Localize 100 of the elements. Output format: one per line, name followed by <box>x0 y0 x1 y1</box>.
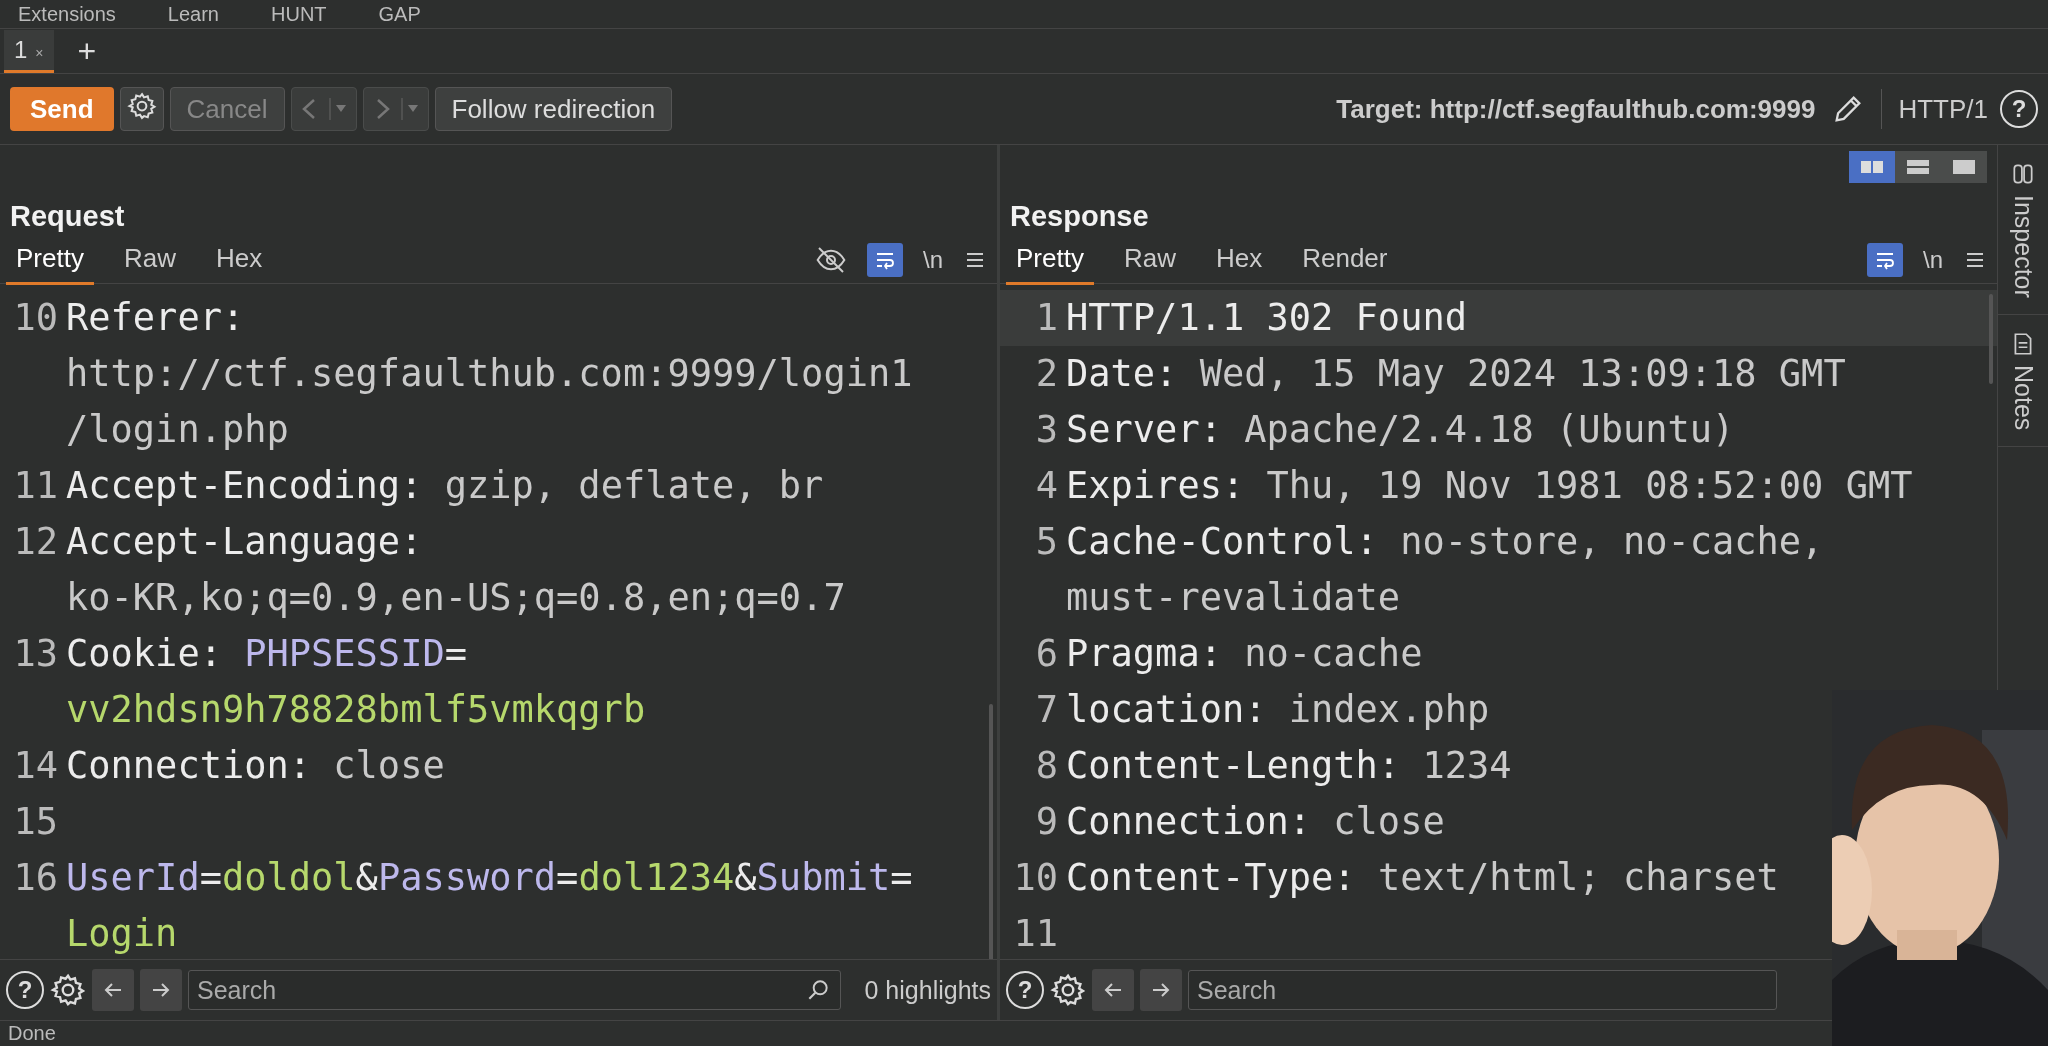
header-name: Content-Type: <box>1066 856 1357 899</box>
layout-toggle[interactable] <box>1895 151 1941 183</box>
line-number: 3 <box>1034 407 1059 453</box>
header-name: Pragma: <box>1066 632 1223 675</box>
protocol-label[interactable]: HTTP/1 <box>1898 93 1988 125</box>
header-value: Apache/2.4.18 (Ubuntu) <box>1244 408 1735 451</box>
header-value: Login <box>66 912 178 955</box>
line-number: 15 <box>12 799 59 845</box>
view-tab[interactable]: Hex <box>205 235 273 285</box>
scrollbar[interactable] <box>1989 294 1993 384</box>
menu-item[interactable]: GAP <box>378 2 421 26</box>
header-name: = <box>556 856 579 899</box>
scrollbar[interactable] <box>989 704 993 959</box>
target-label: Target: http://ctf.segfaulthub.com:9999 <box>1336 93 1816 125</box>
header-value: gzip, deflate, br <box>444 464 824 507</box>
view-tab[interactable]: Render <box>1292 235 1398 285</box>
header-value: must-revalidate <box>1066 576 1401 619</box>
line-number: 14 <box>12 743 59 789</box>
help-button[interactable]: ? <box>6 971 44 1009</box>
settings-icon[interactable] <box>50 972 86 1008</box>
line-number: 13 <box>12 631 59 677</box>
header-value: index.php <box>1288 688 1490 731</box>
line-number: 5 <box>1034 519 1059 565</box>
panel-title: Response <box>1010 200 1149 233</box>
line-number: 12 <box>12 519 59 565</box>
wrap-icon[interactable] <box>1867 243 1903 277</box>
header-name: = <box>890 856 913 899</box>
header-name: Accept-Encoding: <box>66 464 424 507</box>
line-number: 4 <box>1034 463 1059 509</box>
back-button[interactable] <box>290 87 357 131</box>
menu-item[interactable]: HUNT <box>271 2 327 26</box>
follow-redirection-button[interactable]: Follow redirection <box>434 87 673 131</box>
next-button[interactable] <box>1140 969 1182 1011</box>
forward-button[interactable] <box>362 87 429 131</box>
header-value: no-store, no-cache, <box>1400 520 1824 563</box>
previous-button[interactable] <box>92 969 134 1011</box>
layout-icon <box>1952 159 1976 175</box>
search-field[interactable]: Search <box>1188 970 1777 1010</box>
search-field[interactable]: Search <box>188 970 841 1010</box>
line-number: 16 <box>12 855 59 901</box>
settings-icon[interactable] <box>1050 972 1086 1008</box>
highlights-count: 0 highlights <box>864 975 991 1005</box>
line-number: 9 <box>1034 799 1059 845</box>
help-button[interactable]: ? <box>1006 971 1044 1009</box>
header-value: dol1234 <box>578 856 735 899</box>
line-number: 11 <box>12 463 59 509</box>
header-name: Date: <box>1066 352 1179 395</box>
wrap-icon[interactable] <box>867 243 903 277</box>
line-number: 8 <box>1034 743 1059 789</box>
header-name: location: <box>1066 688 1268 731</box>
view-tab[interactable]: Raw <box>1113 235 1186 285</box>
header-value: http://ctf.segfaulthub.com:9999/login1 <box>66 352 913 395</box>
header-value: Wed, 15 May 2024 13:09:18 GMT <box>1199 352 1846 395</box>
layout-icon <box>1860 159 1884 175</box>
header-name: Accept-Language: <box>66 520 423 563</box>
header-value: close <box>1333 800 1445 843</box>
menu-item[interactable]: Learn <box>167 2 219 26</box>
header-name: & <box>355 856 378 899</box>
line-number: 6 <box>1034 631 1059 677</box>
line-number: 1 <box>1034 295 1059 341</box>
header-value: /login.php <box>66 408 289 451</box>
header-name: Connection: <box>1066 800 1313 843</box>
layout-toggle[interactable] <box>1941 151 1987 183</box>
view-tab[interactable]: Hex <box>1205 235 1273 285</box>
tab[interactable]: 1 × <box>4 29 54 73</box>
menu-item[interactable]: Extensions <box>18 2 116 26</box>
line-number: 2 <box>1034 351 1059 397</box>
sidebar-tab[interactable]: Inspector <box>1998 145 2048 315</box>
header-value: doldol <box>221 856 356 899</box>
next-button[interactable] <box>140 969 182 1011</box>
view-tab[interactable]: Pretty <box>6 235 94 285</box>
header-value: vv2hdsn9h78828bmlf5vmkqgrb <box>66 688 646 731</box>
line-number: 10 <box>12 295 59 341</box>
header-name: Cookie: <box>66 632 223 675</box>
header-name: = <box>444 632 467 675</box>
previous-button[interactable] <box>1092 969 1134 1011</box>
line-number: 10 <box>1012 855 1059 901</box>
layout-icon <box>1906 159 1930 175</box>
layout-toggle[interactable] <box>1849 151 1895 183</box>
header-name: = <box>199 856 222 899</box>
gear-icon <box>126 90 157 121</box>
header-value: text/html; charset <box>1377 856 1779 899</box>
settings-button[interactable] <box>119 87 164 131</box>
view-tab[interactable]: Pretty <box>1006 235 1094 285</box>
newline-toggle[interactable]: \n <box>923 246 943 274</box>
header-value: Thu, 19 Nov 1981 08:52:00 GMT <box>1266 464 1913 507</box>
header-name: HTTP/1.1 302 Found <box>1066 296 1467 339</box>
newline-toggle[interactable]: \n <box>1923 246 1943 274</box>
sidebar-tab[interactable]: Notes <box>1998 314 2048 448</box>
header-name: Password <box>377 856 557 899</box>
header-value: close <box>333 744 445 787</box>
header-value: ko-KR,ko;q=0.9,en-US;q=0.8,en;q=0.7 <box>66 576 846 619</box>
header-name: Content-Length: <box>1066 744 1402 787</box>
status-text: Done <box>8 1022 56 1044</box>
header-value: no-cache <box>1244 632 1423 675</box>
new-tab-button[interactable]: + <box>71 32 103 70</box>
line-number: 11 <box>1012 911 1059 957</box>
header-value: 1234 <box>1422 744 1512 787</box>
view-tab[interactable]: Raw <box>113 235 186 285</box>
help-button[interactable]: ? <box>2000 90 2038 128</box>
